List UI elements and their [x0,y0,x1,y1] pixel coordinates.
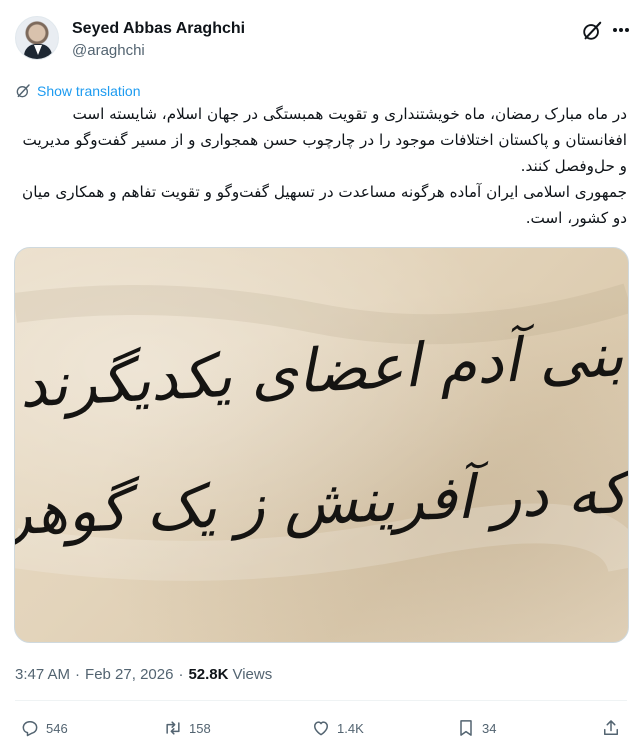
tweet-meta: 3:47 AM · Feb 27, 2026 · 52.8K Views [15,664,272,684]
tweet-time[interactable]: 3:47 AM [15,666,70,683]
retweet-icon [166,721,180,735]
reply-icon [22,721,38,737]
meta-separator: · [75,665,81,683]
share-button[interactable] [601,714,621,742]
paper-texture [15,283,628,581]
tweet-date[interactable]: Feb 27, 2026 [85,666,173,683]
more-dot [625,28,629,32]
bookmark-count: 34 [482,720,497,736]
like-button[interactable]: 1.4K [311,714,364,742]
like-count: 1.4K [337,720,364,736]
more-dot [613,28,617,32]
reply-button[interactable]: 546 [20,714,68,742]
views-label: Views [232,665,273,683]
author-name[interactable]: Seyed Abbas Araghchi [72,20,245,38]
tweet-text: در ماه مبارک رمضان، ماه خویشتنداری و تقو… [15,101,627,231]
meta-separator: · [178,665,184,683]
retweet-count: 158 [189,720,211,736]
heart-icon [314,721,328,736]
tweet-header: Seyed Abbas Araghchi @araghchi [15,14,629,66]
action-bar: 546 158 1.4K 34 [15,714,627,742]
show-translation-link[interactable]: Show translation [15,81,141,101]
author-handle[interactable]: @araghchi [72,42,145,59]
more-dot [619,28,623,32]
views-count[interactable]: 52.8K [188,666,228,683]
tweet-paragraph: در ماه مبارک رمضان، ماه خویشتنداری و تقو… [22,105,627,175]
grok-icon[interactable] [581,20,603,42]
retweet-button[interactable]: 158 [163,714,211,742]
reply-count: 546 [46,720,68,736]
share-icon [604,720,618,735]
tweet-paragraph: جمهوری اسلامی ایران آماده هرگونه مساعدت … [22,183,627,227]
bookmark-icon [460,720,472,736]
more-icon[interactable] [613,28,629,34]
avatar[interactable] [15,16,59,60]
divider [15,700,627,701]
show-translation-label[interactable]: Show translation [37,83,141,99]
tweet-image[interactable]: بنی آدم اعضای یکدیگرند که در آفرینش ز یک… [14,247,629,643]
grok-translate-icon [16,84,30,98]
bookmark-button[interactable]: 34 [456,714,496,742]
